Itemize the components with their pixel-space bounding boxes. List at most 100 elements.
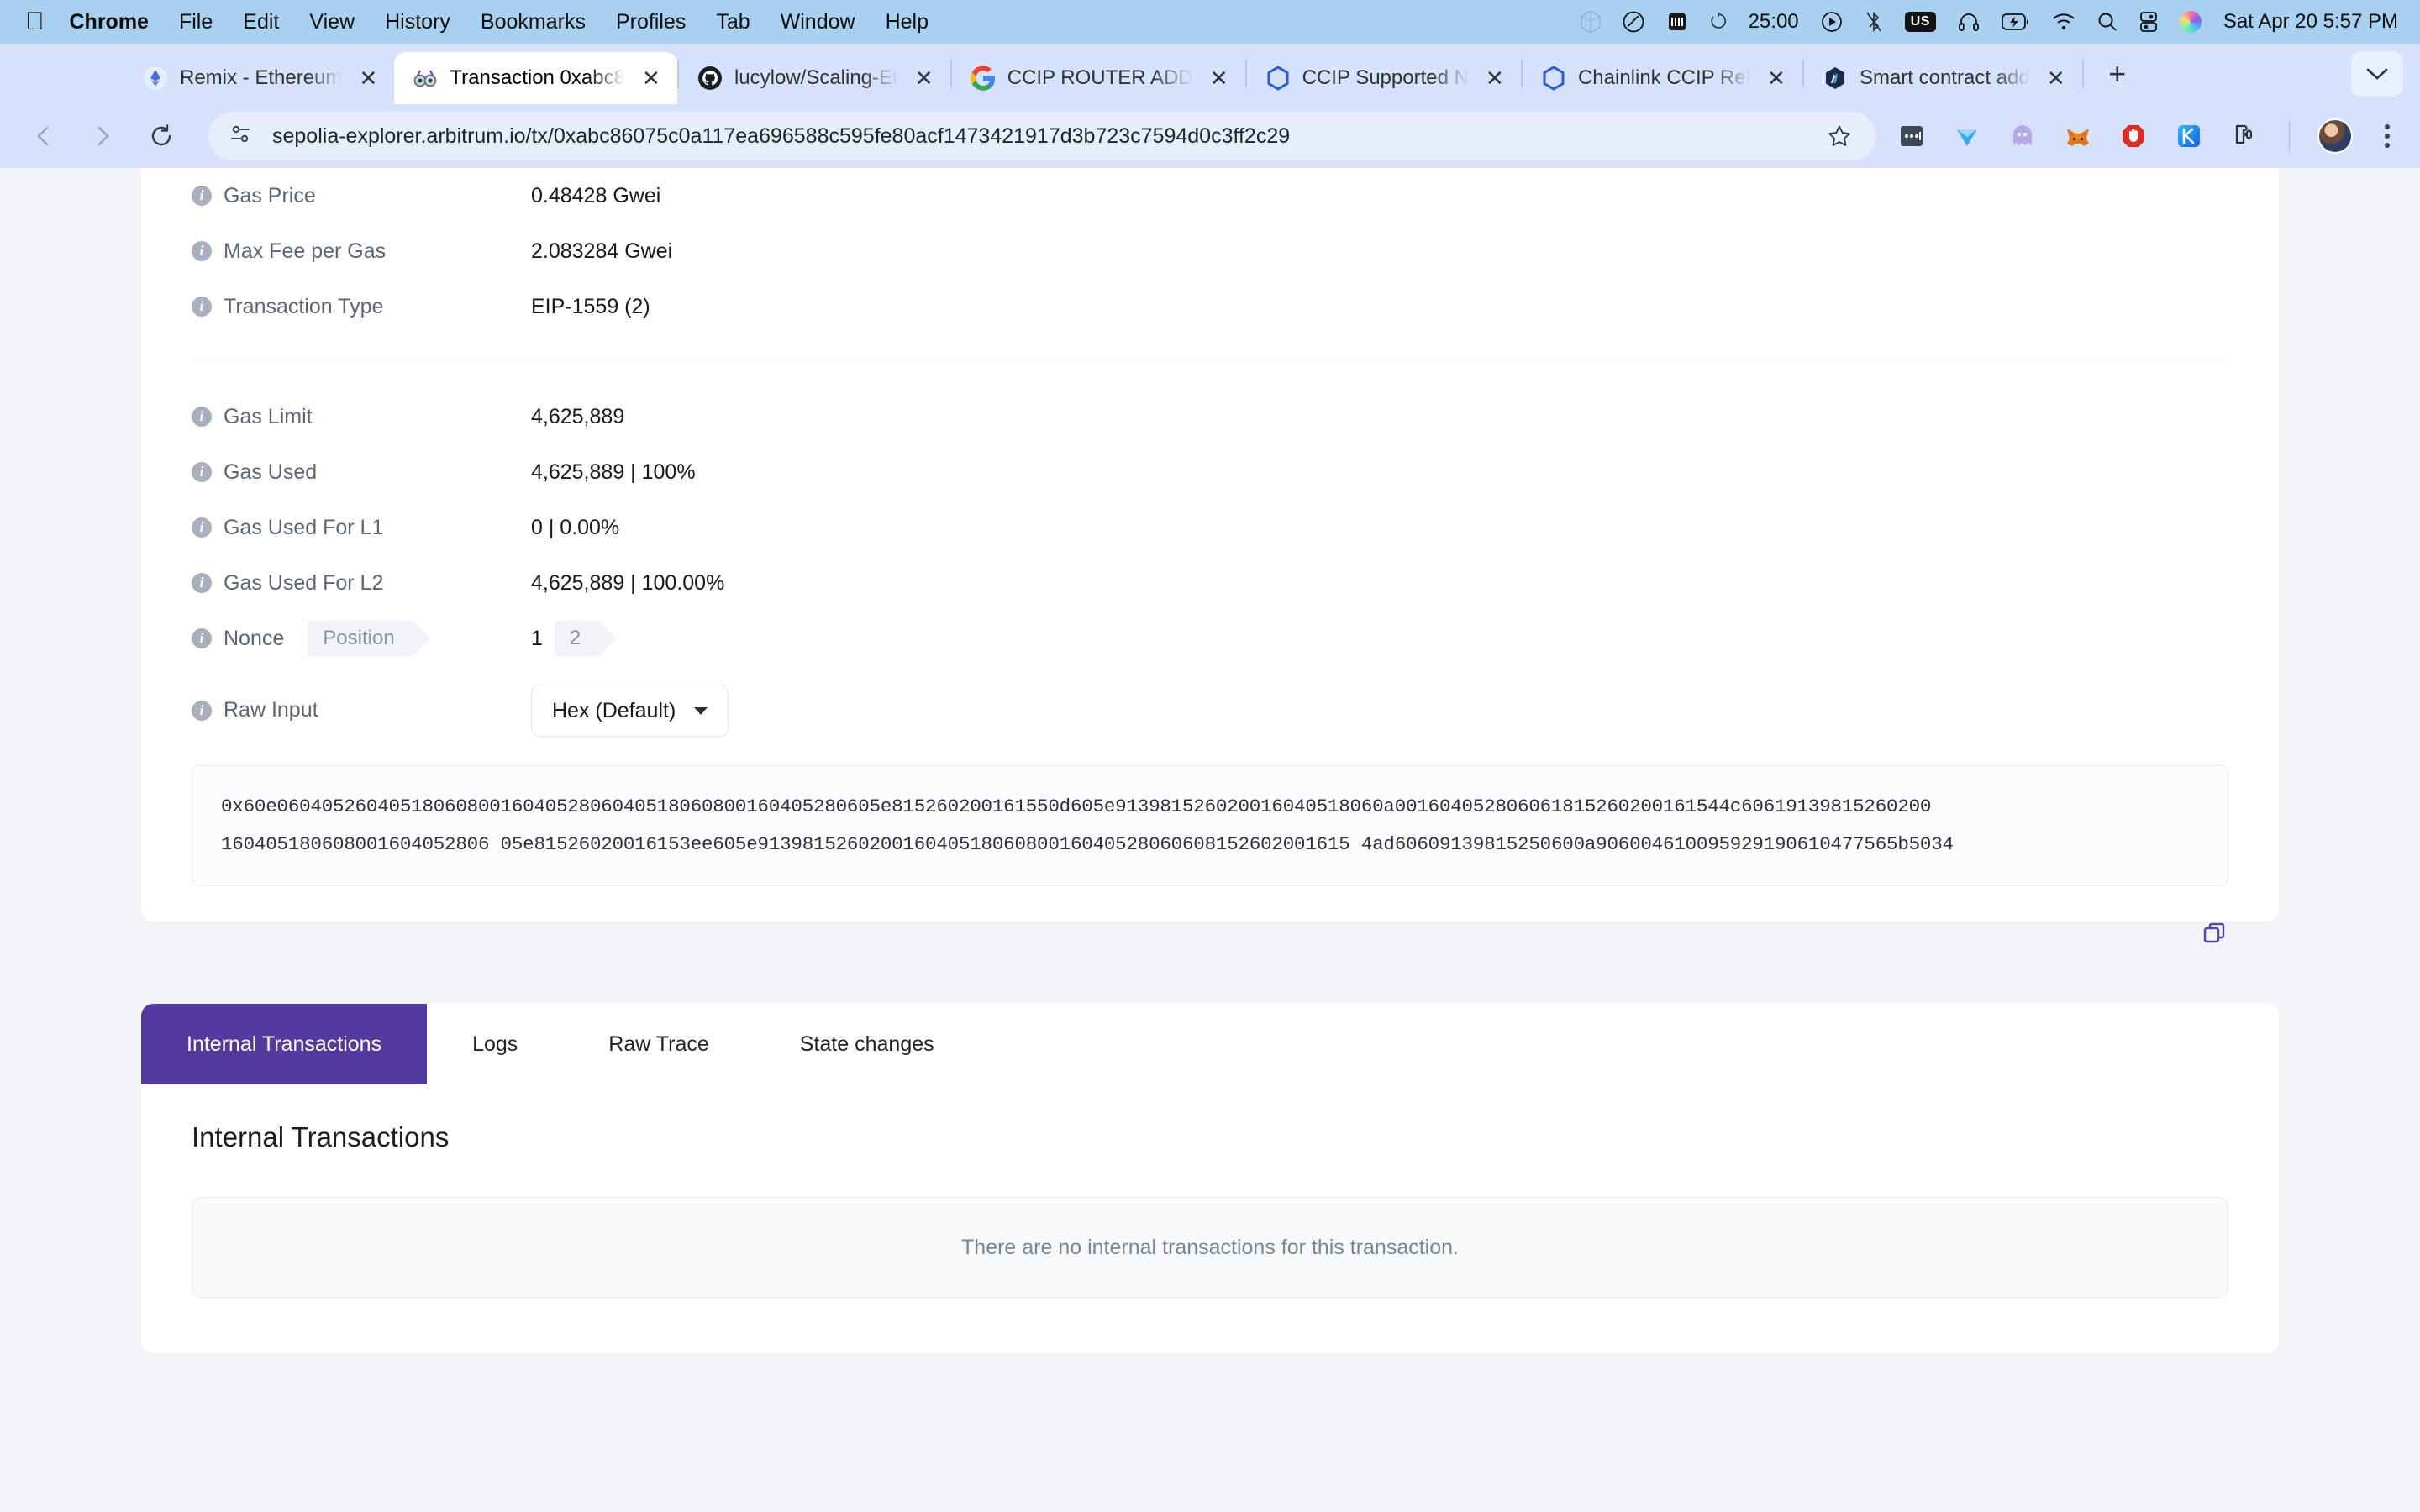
tab-separator [2081, 60, 2084, 88]
raw-input-format-select[interactable]: Hex (Default) [531, 685, 729, 737]
bookmark-star-icon[interactable] [1821, 123, 1858, 149]
browser-toolbar: sepolia-explorer.arbitrum.io/tx/0xabc860… [0, 104, 2420, 168]
metamask-icon[interactable] [2061, 119, 2095, 153]
tab-raw-trace[interactable]: Raw Trace [563, 1004, 754, 1084]
detail-label: i Gas Used For L2 [192, 571, 531, 596]
browser-tab-remix[interactable]: Remix - Ethereum ✕ [124, 52, 394, 104]
tab-logs[interactable]: Logs [427, 1004, 563, 1084]
address-bar-url[interactable]: sepolia-explorer.arbitrum.io/tx/0xabc860… [272, 124, 1821, 149]
timer-icon[interactable] [1710, 12, 1727, 32]
detail-label: i Gas Limit [192, 405, 531, 429]
menu-item-edit[interactable]: Edit [243, 10, 279, 34]
chevron-down-icon [694, 706, 708, 715]
back-button[interactable] [18, 111, 69, 161]
browser-tab-github[interactable]: lucylow/Scaling-Et ✕ [679, 52, 950, 104]
tab-close-icon[interactable]: ✕ [1762, 64, 1791, 92]
detail-value: EIP-1559 (2) [531, 294, 650, 318]
new-tab-button[interactable]: + [2096, 52, 2139, 96]
menu-item-tab[interactable]: Tab [716, 10, 750, 34]
battery-charging-icon[interactable] [2001, 13, 2030, 31]
info-icon[interactable]: i [192, 573, 212, 593]
browser-tab-ccip-router[interactable]: CCIP ROUTER ADD ✕ [952, 52, 1245, 104]
macos-menubar:  Chrome File Edit View History Bookmark… [0, 0, 2420, 44]
detail-label-text: Gas Limit [224, 404, 313, 428]
siri-icon[interactable] [2179, 11, 2202, 33]
timer-value: 25:00 [1748, 10, 1799, 33]
ghost-icon[interactable] [2006, 119, 2039, 153]
search-icon[interactable] [2097, 12, 2118, 32]
tab-close-icon[interactable]: ✕ [910, 64, 939, 92]
menu-item-help[interactable]: Help [886, 10, 929, 34]
raw-input-hex-box[interactable]: 0x60e06040526040518060800160405280604051… [192, 765, 2228, 886]
info-icon[interactable]: i [192, 241, 212, 261]
tab-search-chevron-down-icon[interactable] [2351, 51, 2403, 97]
input-source-badge[interactable]: US [1904, 12, 1936, 32]
info-icon[interactable]: i [192, 628, 212, 648]
github-icon [697, 66, 723, 91]
detail-row-transaction-type: i Transaction Type EIP-1559 (2) [192, 279, 2228, 334]
cloud-sync-icon[interactable] [1623, 11, 1644, 33]
info-icon[interactable]: i [192, 407, 212, 427]
detail-label-text: Gas Used For L1 [224, 515, 384, 539]
page-tabbar: Internal Transactions Logs Raw Trace Sta… [141, 1004, 2279, 1084]
info-icon[interactable]: i [192, 462, 212, 482]
puzzle-icon[interactable] [2228, 119, 2261, 153]
tab-panel-internal-transactions: Internal Transactions There are no inter… [141, 1084, 2279, 1353]
browser-tab-smart-contract[interactable]: Smart contract add ✕ [1804, 52, 2082, 104]
info-icon[interactable]: i [192, 186, 212, 206]
detail-row-gas-limit: i Gas Limit 4,625,889 [192, 389, 2228, 444]
tab-state-changes[interactable]: State changes [755, 1004, 980, 1084]
transaction-tabs-card: Internal Transactions Logs Raw Trace Sta… [141, 1004, 2279, 1353]
info-icon[interactable]: i [192, 297, 212, 317]
detail-label: i Raw Input [192, 685, 531, 722]
kagi-icon[interactable] [2172, 119, 2206, 153]
menu-item-profiles[interactable]: Profiles [616, 10, 686, 34]
browser-tab-title: CCIP Supported N [1302, 66, 1469, 89]
detail-label-text: Nonce [224, 626, 285, 650]
adblock-icon[interactable] [2117, 119, 2150, 153]
tab-close-icon[interactable]: ✕ [637, 64, 666, 92]
tab-close-icon[interactable]: ✕ [1481, 64, 1509, 92]
menu-item-history[interactable]: History [385, 10, 450, 34]
profile-avatar[interactable] [2317, 118, 2353, 154]
forward-button[interactable] [77, 111, 128, 161]
menu-item-chrome[interactable]: Chrome [70, 10, 149, 34]
apple-logo-icon[interactable]:  [25, 9, 45, 34]
menu-item-file[interactable]: File [179, 10, 213, 34]
reader-icon[interactable] [1895, 119, 1928, 153]
extensions-area [1895, 118, 2400, 154]
site-settings-icon[interactable] [229, 122, 254, 151]
info-icon[interactable]: i [192, 700, 212, 721]
browser-tab-transaction[interactable]: Transaction 0xabc8 ✕ [394, 52, 677, 104]
browser-tab-title: Chainlink CCIP Rel [1577, 66, 1750, 89]
nonce-value: 1 [531, 626, 543, 650]
tab-close-icon[interactable]: ✕ [354, 64, 382, 92]
wifi-icon[interactable] [2052, 13, 2075, 31]
browser-tab-title: Transaction 0xabc8 [450, 66, 625, 89]
reload-button[interactable] [136, 111, 187, 161]
info-icon[interactable]: i [192, 517, 212, 538]
menubar-clock[interactable]: Sat Apr 20 5:57 PM [2223, 10, 2398, 34]
menu-item-view[interactable]: View [309, 10, 355, 34]
browser-tab-chainlink-ccip[interactable]: Chainlink CCIP Rel ✕ [1523, 52, 1802, 104]
transaction-details-card: i Gas Price 0.48428 Gwei i Max Fee per G… [141, 168, 2279, 943]
bluetooth-off-icon[interactable] [1865, 10, 1883, 34]
cube-icon[interactable] [1580, 10, 1601, 34]
menu-item-window[interactable]: Window [781, 10, 855, 34]
copy-raw-input-button[interactable] [2202, 920, 2228, 951]
position-chip-label: Position [308, 621, 431, 656]
menu-item-bookmarks[interactable]: Bookmarks [481, 10, 586, 34]
omnibox[interactable]: sepolia-explorer.arbitrum.io/tx/0xabc860… [208, 112, 1876, 160]
control-center-icon[interactable] [2139, 11, 2158, 33]
toolbar-divider [2288, 120, 2291, 152]
keyboard-icon[interactable] [1666, 11, 1688, 33]
headphones-icon[interactable] [1958, 11, 1980, 33]
tab-close-icon[interactable]: ✕ [2042, 64, 2070, 92]
play-circle-icon[interactable] [1821, 11, 1843, 33]
browser-tab-ccip-supported[interactable]: CCIP Supported N ✕ [1247, 52, 1521, 104]
chrome-menu-button[interactable] [2375, 124, 2400, 148]
tab-internal-transactions[interactable]: Internal Transactions [141, 1004, 428, 1084]
tab-close-icon[interactable]: ✕ [1205, 64, 1234, 92]
diamond-icon[interactable] [1950, 119, 1984, 153]
browser-tab-title: Remix - Ethereum [180, 66, 343, 89]
